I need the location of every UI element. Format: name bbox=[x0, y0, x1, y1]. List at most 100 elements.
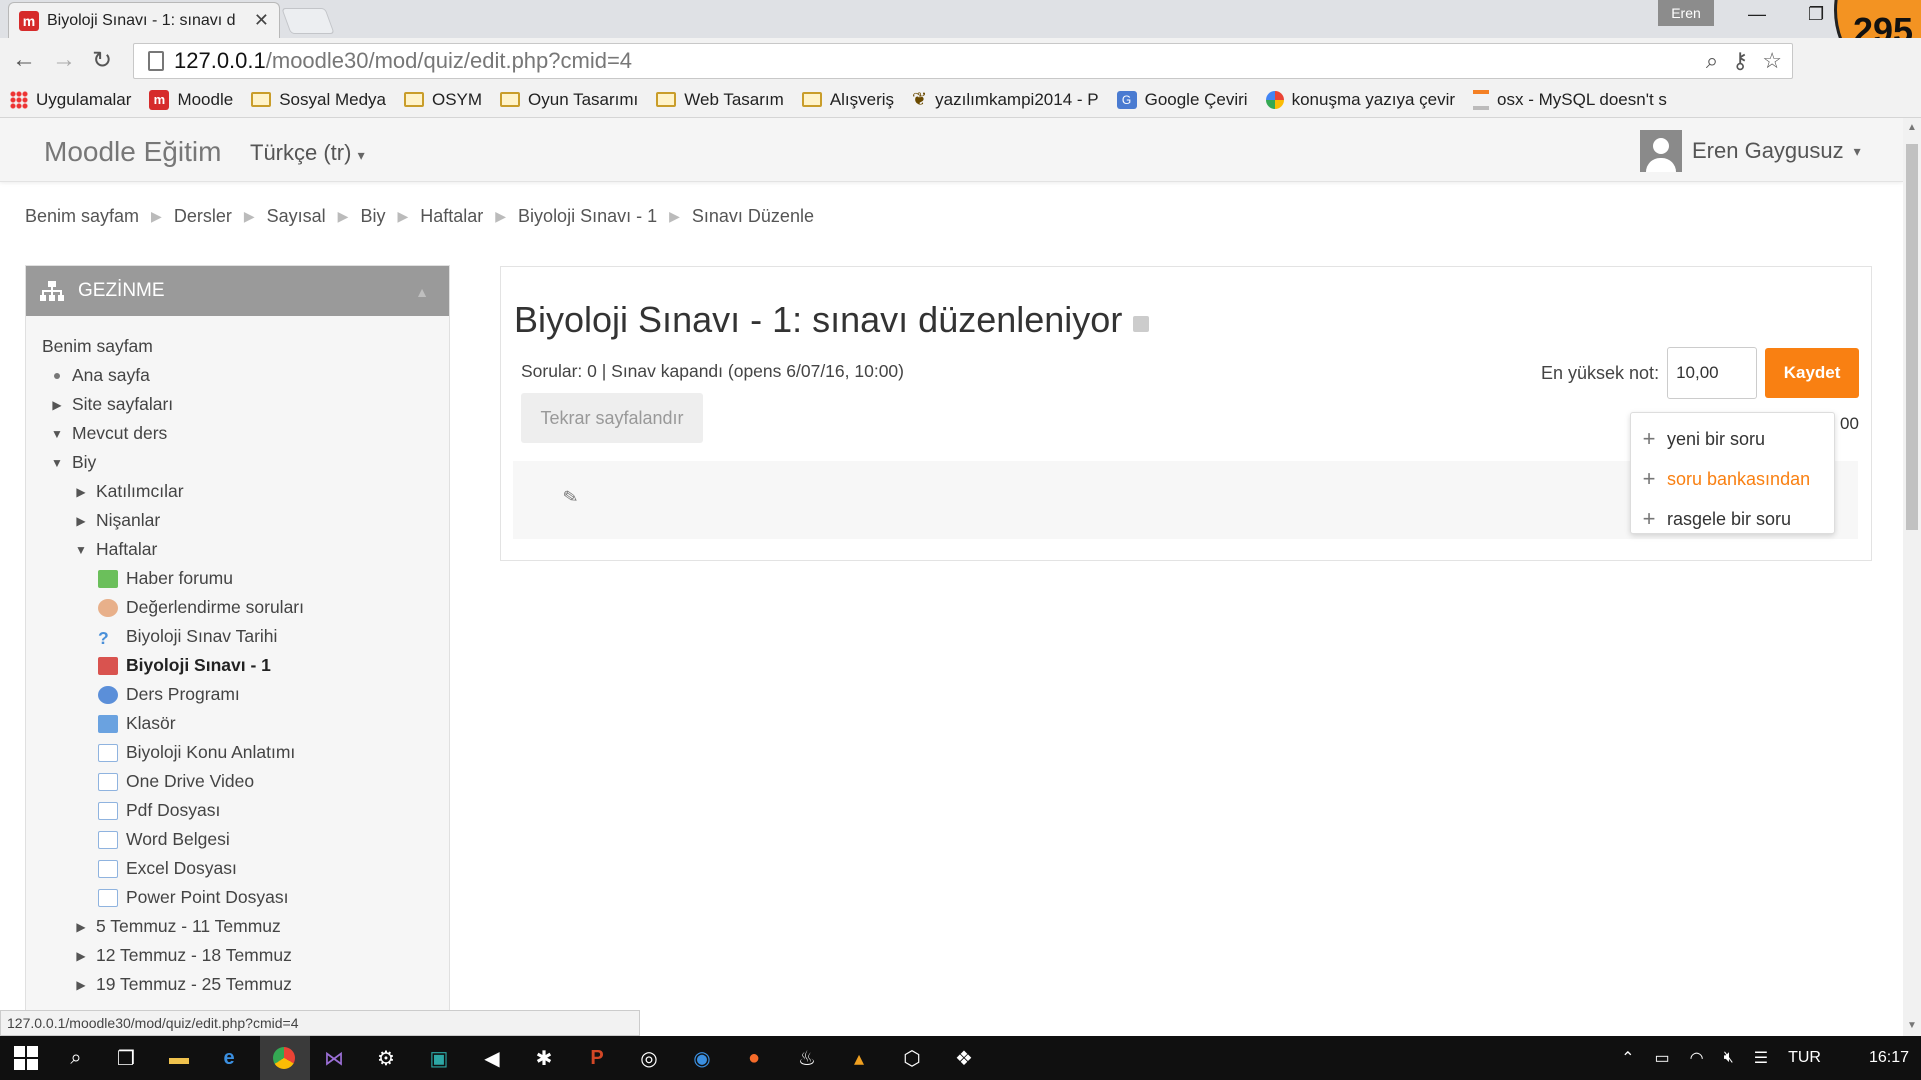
nav-tree-item[interactable]: Ders Programı bbox=[42, 680, 449, 709]
nav-tree-item[interactable]: ▼ Mevcut ders bbox=[42, 419, 449, 448]
nav-tree-item[interactable]: ▶ 19 Temmuz - 25 Temmuz bbox=[42, 970, 449, 999]
file-explorer-icon[interactable]: ▬ bbox=[165, 1044, 193, 1072]
zoom-icon[interactable]: ⌕ bbox=[1706, 48, 1718, 74]
xampp-icon[interactable]: ▴ bbox=[845, 1044, 873, 1072]
package-icon[interactable]: ⬡ bbox=[898, 1044, 926, 1072]
bookmark-item[interactable]: osx - MySQL doesn't s bbox=[1473, 89, 1667, 110]
max-grade-input[interactable] bbox=[1667, 347, 1758, 399]
settings-gear-icon[interactable]: ⚙ bbox=[372, 1044, 400, 1072]
breadcrumb-item[interactable]: Biy bbox=[360, 206, 385, 227]
nav-tree-item[interactable]: Benim sayfam bbox=[42, 332, 449, 361]
tab-close-icon[interactable]: ✕ bbox=[254, 10, 269, 31]
expand-icon[interactable]: ▶ bbox=[74, 949, 88, 963]
expand-icon[interactable]: ▶ bbox=[74, 485, 88, 499]
breadcrumb-item[interactable]: Haftalar bbox=[420, 206, 483, 227]
windows-start-icon[interactable] bbox=[12, 1044, 40, 1072]
restore-icon[interactable]: ❐ bbox=[1808, 4, 1824, 25]
nav-tree-item[interactable]: ▼ Biy bbox=[42, 448, 449, 477]
battery-icon[interactable]: ▭ bbox=[1655, 1048, 1670, 1068]
nav-tree-item[interactable]: Klasör bbox=[42, 709, 449, 738]
edit-pencil-icon[interactable]: ✎ bbox=[561, 486, 580, 509]
star-icon[interactable]: ☆ bbox=[1762, 48, 1782, 74]
nav-tree-item[interactable]: ▶ Site sayfaları bbox=[42, 390, 449, 419]
nav-tree-item[interactable]: ▶ 5 Temmuz - 11 Temmuz bbox=[42, 912, 449, 941]
bookmark-item[interactable]: OSYM bbox=[403, 90, 482, 110]
add-menu-item[interactable]: + rasgele bir soru bbox=[1631, 499, 1834, 539]
repaginate-button[interactable]: Tekrar sayfalandır bbox=[521, 393, 703, 443]
add-menu-item[interactable]: + soru bankasından bbox=[1631, 459, 1834, 499]
bookmark-item[interactable]: m Moodle bbox=[149, 89, 233, 110]
expand-icon[interactable]: ▶ bbox=[50, 398, 64, 412]
bookmark-item[interactable]: ❦ yazılımkampi2014 - P bbox=[912, 89, 1099, 110]
reload-icon[interactable]: ↻ bbox=[92, 46, 112, 75]
key-icon[interactable]: ⚷ bbox=[1732, 48, 1748, 74]
nav-tree-item[interactable]: ▶ Katılımcılar bbox=[42, 477, 449, 506]
scroll-down-icon[interactable]: ▼ bbox=[1907, 1020, 1917, 1031]
nav-tree-item[interactable]: Değerlendirme soruları bbox=[42, 593, 449, 622]
collapse-icon[interactable]: ▼ bbox=[50, 456, 64, 470]
nav-tree-item[interactable]: Word Belgesi bbox=[42, 825, 449, 854]
help-icon[interactable] bbox=[1133, 316, 1149, 332]
paint-icon[interactable]: ✱ bbox=[530, 1044, 558, 1072]
save-button[interactable]: Kaydet bbox=[1765, 348, 1860, 398]
forward-icon[interactable]: → bbox=[52, 46, 76, 74]
breadcrumb-item[interactable]: Sayısal bbox=[267, 206, 326, 227]
collapse-icon[interactable]: ▼ bbox=[50, 427, 64, 441]
scrollbar-thumb[interactable] bbox=[1906, 144, 1918, 530]
media-icon[interactable]: ◀ bbox=[478, 1044, 506, 1072]
bookmark-item[interactable]: Alışveriş bbox=[801, 90, 894, 110]
search-icon[interactable]: ⌕ bbox=[62, 1044, 90, 1072]
language-menu[interactable]: Türkçe (tr) ▾ bbox=[250, 140, 365, 166]
nav-tree-item[interactable]: Power Point Dosyası bbox=[42, 883, 449, 912]
nav-tree-item[interactable]: One Drive Video bbox=[42, 767, 449, 796]
breadcrumb-item[interactable]: Biyoloji Sınavı - 1 bbox=[518, 206, 657, 227]
unity-icon[interactable]: ◎ bbox=[635, 1044, 663, 1072]
edge-icon[interactable]: e bbox=[215, 1044, 243, 1072]
nav-tree-item[interactable]: Haber forumu bbox=[42, 564, 449, 593]
tray-chevron-icon[interactable]: ⌃ bbox=[1621, 1048, 1634, 1068]
breadcrumb-item[interactable]: Dersler bbox=[174, 206, 232, 227]
chrome-icon[interactable] bbox=[270, 1044, 298, 1072]
clock[interactable]: 16:17 bbox=[1869, 1049, 1909, 1067]
bookmark-item[interactable]: Oyun Tasarımı bbox=[500, 90, 638, 110]
browser-tab[interactable]: m Biyoloji Sınavı - 1: sınavı d ✕ bbox=[8, 2, 280, 38]
new-tab-button[interactable] bbox=[281, 8, 335, 34]
wifi-icon[interactable]: ◠ bbox=[1690, 1048, 1704, 1068]
breadcrumb-item[interactable]: Sınavı Düzenle bbox=[692, 206, 814, 227]
minimize-icon[interactable]: — bbox=[1748, 4, 1766, 25]
steam-icon[interactable]: ♨ bbox=[793, 1044, 821, 1072]
nav-tree-item[interactable]: Pdf Dosyası bbox=[42, 796, 449, 825]
remote-icon[interactable]: ❖ bbox=[950, 1044, 978, 1072]
expand-icon[interactable]: ▶ bbox=[74, 920, 88, 934]
scroll-up-icon[interactable]: ▲ bbox=[1907, 122, 1917, 133]
bookmark-item[interactable]: Uygulamalar bbox=[10, 90, 131, 110]
input-language[interactable]: TUR bbox=[1788, 1049, 1821, 1067]
nav-tree-item[interactable]: ▶ 12 Temmuz - 18 Temmuz bbox=[42, 941, 449, 970]
breadcrumb-item[interactable]: Benim sayfam bbox=[25, 206, 139, 227]
back-icon[interactable]: ← bbox=[12, 46, 36, 74]
nav-tree-item[interactable]: Biyoloji Sınavı - 1 bbox=[42, 651, 449, 680]
collapse-icon[interactable]: ▼ bbox=[74, 543, 88, 557]
bookmark-item[interactable]: G Google Çeviri bbox=[1116, 90, 1248, 110]
volume-muted-icon[interactable]: 🔇︎ bbox=[1724, 1049, 1734, 1067]
collapse-block-icon[interactable]: ▲ bbox=[415, 284, 429, 300]
nav-tree-item[interactable]: Excel Dosyası bbox=[42, 854, 449, 883]
nav-tree-item[interactable]: ▼ Haftalar bbox=[42, 535, 449, 564]
nav-tree-item[interactable]: ? Biyoloji Sınav Tarihi bbox=[42, 622, 449, 651]
user-menu[interactable]: Eren Gaygusuz ▾ bbox=[1640, 130, 1861, 172]
nav-tree-item[interactable]: ▶ Nişanlar bbox=[42, 506, 449, 535]
task-view-icon[interactable]: ❐ bbox=[112, 1044, 140, 1072]
bookmark-item[interactable]: Web Tasarım bbox=[656, 90, 784, 110]
messenger-icon[interactable]: ◉ bbox=[688, 1044, 716, 1072]
profile-button[interactable]: Eren bbox=[1658, 0, 1714, 26]
nav-tree-item[interactable]: Biyoloji Konu Anlatımı bbox=[42, 738, 449, 767]
app-icon[interactable]: ▣ bbox=[425, 1044, 453, 1072]
notifications-icon[interactable]: ☰ bbox=[1754, 1048, 1768, 1068]
expand-icon[interactable]: ▶ bbox=[74, 978, 88, 992]
expand-icon[interactable]: ▶ bbox=[74, 514, 88, 528]
address-bar[interactable]: 127.0.0.1/moodle30/mod/quiz/edit.php?cmi… bbox=[133, 43, 1793, 79]
bookmark-item[interactable]: Sosyal Medya bbox=[251, 90, 386, 110]
origin-icon[interactable]: ● bbox=[740, 1044, 768, 1072]
navigation-block-header[interactable]: GEZİNME ▲ bbox=[26, 266, 449, 316]
bookmark-item[interactable]: konuşma yazıya çevir bbox=[1265, 90, 1455, 110]
